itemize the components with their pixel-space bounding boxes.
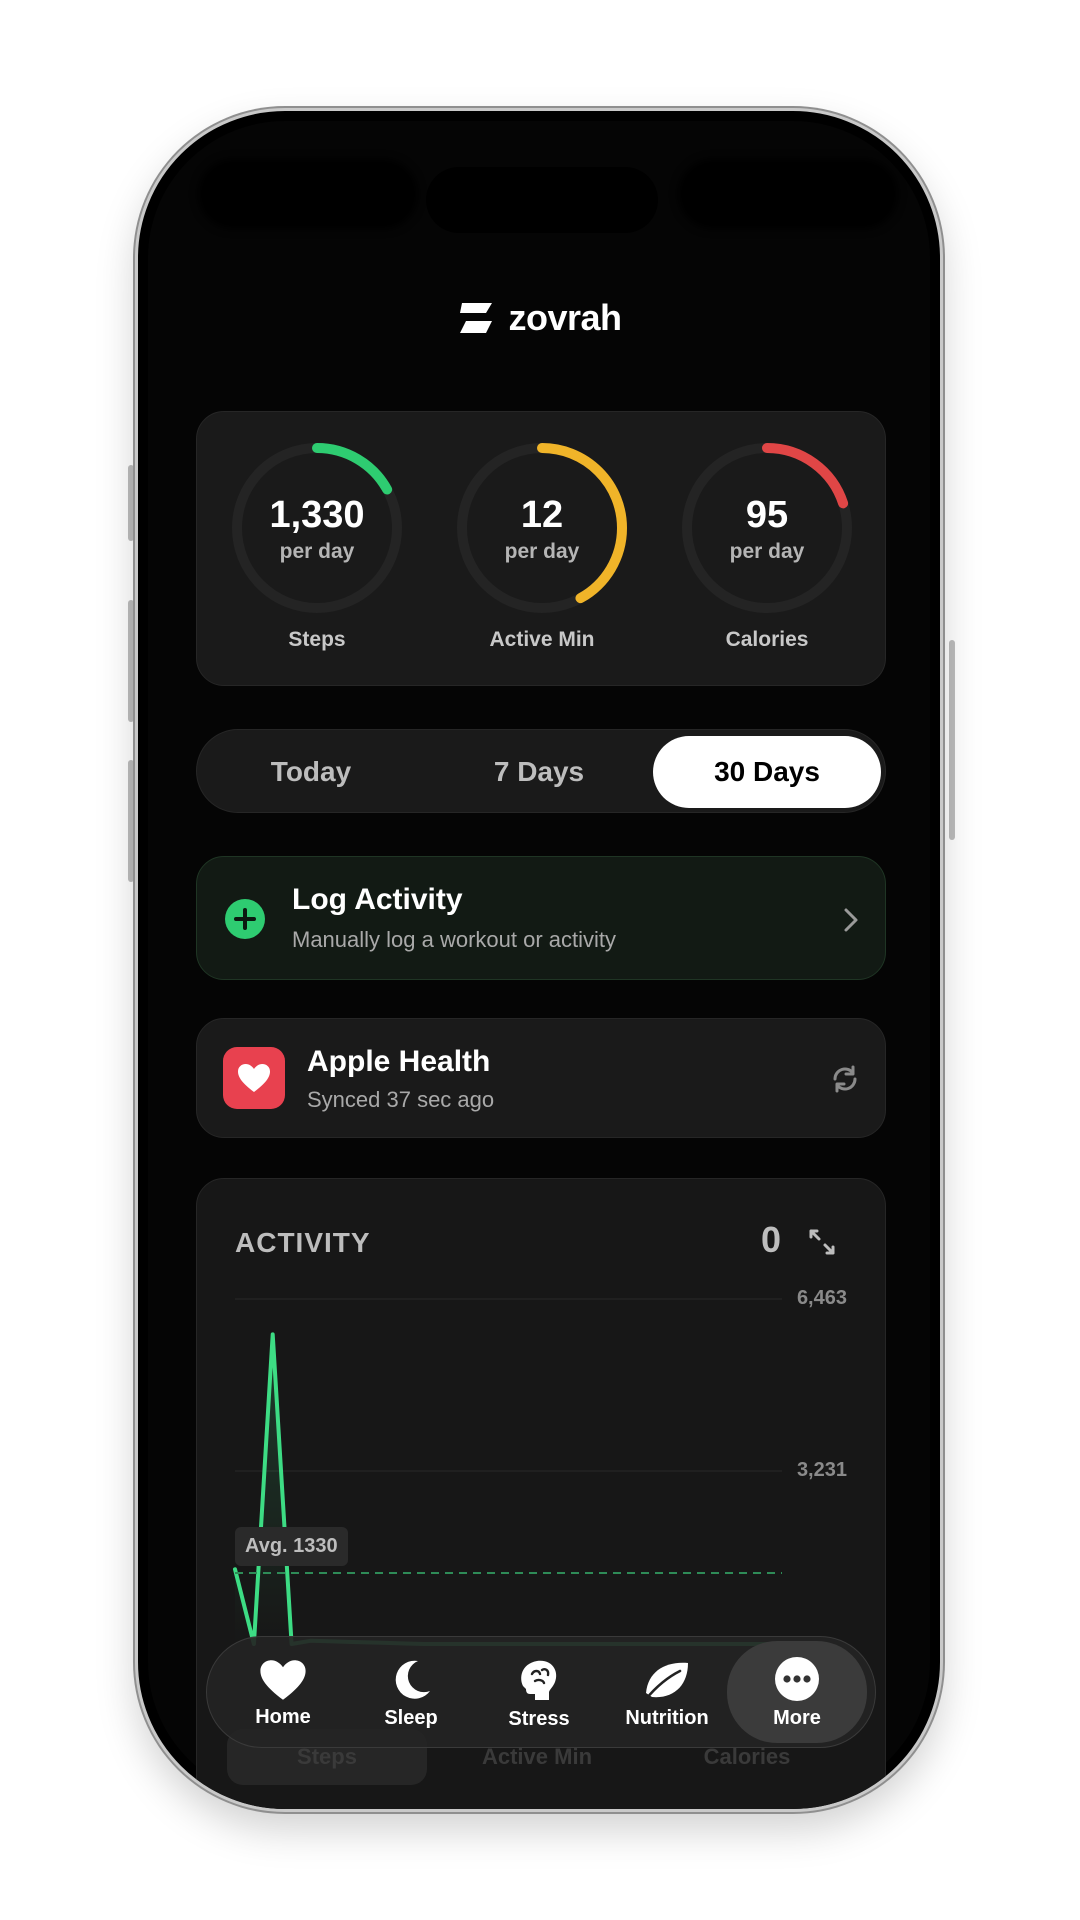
active-min-value: 12 bbox=[520, 494, 564, 536]
nav-nutrition[interactable]: Nutrition bbox=[605, 1637, 729, 1749]
nav-nutrition-label: Nutrition bbox=[625, 1706, 709, 1729]
zovrah-logo-icon bbox=[460, 303, 493, 333]
tab-today[interactable]: Today bbox=[197, 736, 425, 808]
apple-health-sync-status: Synced 37 sec ago bbox=[307, 1087, 495, 1112]
volume-up-button[interactable] bbox=[128, 600, 134, 722]
add-circle-icon bbox=[225, 899, 265, 939]
y-tick-mid: 3,231 bbox=[796, 1459, 847, 1481]
nav-sleep[interactable]: Sleep bbox=[349, 1637, 473, 1749]
moon-icon bbox=[395, 1660, 430, 1699]
screen: zovrah 1,330 per day Steps 12 per day Ac bbox=[138, 111, 940, 1809]
log-activity-button[interactable]: Log Activity Manually log a workout or a… bbox=[196, 856, 886, 980]
phone-frame: zovrah 1,330 per day Steps 12 per day Ac bbox=[135, 108, 943, 1812]
dynamic-island bbox=[426, 167, 658, 233]
volume-down-button[interactable] bbox=[128, 760, 134, 882]
active-min-unit: per day bbox=[504, 540, 580, 563]
chevron-right-icon bbox=[844, 908, 858, 932]
calories-unit: per day bbox=[729, 540, 805, 563]
status-bar-left bbox=[198, 159, 418, 229]
summary-rings-card: 1,330 per day Steps 12 per day Active Mi… bbox=[196, 411, 886, 686]
app-logo: zovrah bbox=[138, 297, 940, 339]
nav-stress[interactable]: Stress bbox=[477, 1637, 601, 1749]
apple-health-row[interactable]: Apple Health Synced 37 sec ago bbox=[196, 1018, 886, 1138]
app-logo-text: zovrah bbox=[508, 297, 622, 338]
action-button[interactable] bbox=[128, 465, 134, 541]
active-min-label: Active Min bbox=[489, 628, 595, 651]
steps-unit: per day bbox=[279, 540, 355, 563]
log-activity-title: Log Activity bbox=[292, 883, 463, 916]
log-activity-subtitle: Manually log a workout or activity bbox=[292, 927, 617, 952]
steps-label: Steps bbox=[288, 628, 346, 651]
nav-home-label: Home bbox=[255, 1705, 311, 1728]
heart-icon bbox=[260, 1659, 306, 1700]
more-icon bbox=[775, 1656, 819, 1701]
steps-value: 1,330 bbox=[269, 494, 365, 536]
range-segmented-control: Today 7 Days 30 Days bbox=[196, 729, 886, 813]
series-line bbox=[233, 1332, 784, 1646]
active-min-ring[interactable]: 12 per day Active Min bbox=[452, 438, 632, 658]
brain-icon bbox=[521, 1660, 557, 1700]
tab-30-days[interactable]: 30 Days bbox=[653, 736, 881, 808]
heart-icon bbox=[238, 1064, 270, 1092]
nav-home[interactable]: Home bbox=[221, 1637, 345, 1749]
tab-bar: Home Sleep Stress Nutrition More bbox=[206, 1636, 876, 1748]
y-tick-top: 6,463 bbox=[796, 1287, 847, 1309]
calories-value: 95 bbox=[745, 494, 789, 536]
nav-more[interactable]: More bbox=[727, 1641, 867, 1743]
nav-stress-label: Stress bbox=[508, 1707, 570, 1730]
apple-health-app-icon bbox=[223, 1047, 285, 1109]
series-area bbox=[235, 1334, 782, 1644]
status-bar-right bbox=[678, 159, 898, 229]
steps-ring[interactable]: 1,330 per day Steps bbox=[227, 438, 407, 658]
average-label: Avg. 1330 bbox=[235, 1527, 348, 1566]
apple-health-title: Apple Health bbox=[307, 1045, 491, 1078]
calories-ring[interactable]: 95 per day Calories bbox=[677, 438, 857, 658]
tab-7-days[interactable]: 7 Days bbox=[425, 736, 653, 808]
calories-label: Calories bbox=[725, 628, 809, 651]
nav-more-label: More bbox=[773, 1706, 821, 1729]
nav-sleep-label: Sleep bbox=[384, 1706, 438, 1729]
sync-icon[interactable] bbox=[829, 1063, 861, 1095]
leaf-icon bbox=[644, 1662, 688, 1700]
power-button[interactable] bbox=[949, 640, 955, 840]
